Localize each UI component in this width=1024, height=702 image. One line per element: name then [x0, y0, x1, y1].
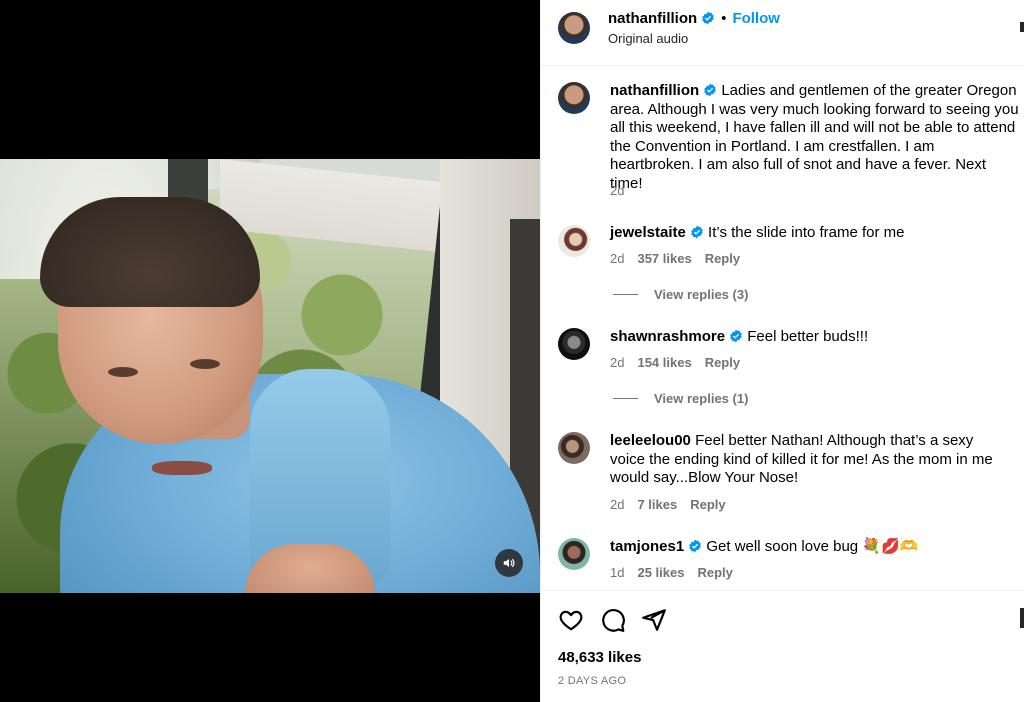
comment-username[interactable]: shawnrashmore	[610, 328, 725, 345]
comment-meta: 2d 357 likes Reply	[610, 251, 753, 266]
follow-button[interactable]: Follow	[732, 10, 780, 27]
edge-mark	[1020, 22, 1024, 32]
reply-button[interactable]: Reply	[697, 565, 732, 580]
author-avatar[interactable]	[558, 12, 590, 44]
comment-body: It’s the slide into frame for me	[708, 224, 905, 241]
comment-avatar[interactable]	[558, 328, 590, 360]
comment-text: tamjones1 Get well soon love bug 💐💋🫶	[610, 538, 1022, 557]
reply-button[interactable]: Reply	[705, 251, 740, 266]
likes-count[interactable]: 48,633 likes	[558, 649, 641, 666]
comment-icon[interactable]	[600, 607, 626, 633]
video-hair	[40, 197, 260, 307]
comment-meta: 2d 7 likes Reply	[610, 497, 739, 512]
post-actions: 48,633 likes 2 DAYS AGO	[541, 590, 1024, 702]
comment-age[interactable]: 2d	[610, 355, 624, 370]
volume-icon	[503, 558, 515, 568]
caption-avatar[interactable]	[558, 82, 590, 114]
author-username[interactable]: nathanfillion	[608, 10, 697, 27]
reply-button[interactable]: Reply	[690, 497, 725, 512]
comment-username[interactable]: tamjones1	[610, 538, 684, 555]
separator-dot: •	[721, 10, 727, 27]
view-replies-label: View replies (1)	[654, 391, 749, 406]
post-timestamp[interactable]: 2 DAYS AGO	[558, 675, 626, 687]
comment-likes[interactable]: 357 likes	[637, 251, 691, 266]
replies-line	[613, 398, 638, 399]
comment-age[interactable]: 2d	[610, 251, 624, 266]
comment-age[interactable]: 1d	[610, 565, 624, 580]
post-header: nathanfillion • Follow Original audio	[541, 0, 1024, 66]
comment-avatar[interactable]	[558, 225, 590, 257]
verified-icon	[691, 225, 703, 239]
replies-line	[613, 294, 638, 295]
caption-username[interactable]: nathanfillion	[610, 82, 699, 99]
verified-icon	[702, 11, 715, 25]
share-icon[interactable]	[641, 607, 667, 633]
comment-username[interactable]: leeleelou00	[610, 432, 691, 449]
heart-icon[interactable]	[558, 607, 584, 633]
comment-likes[interactable]: 154 likes	[637, 355, 691, 370]
caption-meta: 2d	[610, 183, 637, 198]
comment-avatar[interactable]	[558, 432, 590, 464]
view-replies-button[interactable]: View replies (3)	[613, 287, 748, 302]
video-mouth	[152, 461, 212, 475]
comment-meta: 1d 25 likes Reply	[610, 565, 746, 580]
comment-text: leeleelou00 Feel better Nathan! Although…	[610, 432, 1010, 488]
view-replies-label: View replies (3)	[654, 287, 749, 302]
edge-mark	[1020, 608, 1024, 628]
comment-text: shawnrashmore Feel better buds!!!	[610, 328, 1022, 347]
comment-age[interactable]: 2d	[610, 497, 624, 512]
video-panel	[0, 0, 540, 702]
verified-icon	[689, 539, 702, 553]
comment-body: Feel better buds!!!	[747, 328, 869, 345]
comment-body: Get well soon love bug 💐💋🫶	[706, 538, 919, 555]
video-eye-right	[190, 359, 220, 369]
verified-icon	[730, 329, 742, 343]
caption-text: nathanfillion Ladies and gentlemen of th…	[610, 82, 1022, 194]
comment-username[interactable]: jewelstaite	[610, 224, 686, 241]
caption-age[interactable]: 2d	[610, 183, 624, 198]
audio-label[interactable]: Original audio	[608, 31, 688, 46]
comment-meta: 2d 154 likes Reply	[610, 355, 753, 370]
video-player[interactable]	[0, 159, 540, 593]
mute-button[interactable]	[495, 549, 523, 577]
comment-text: jewelstaite It’s the slide into frame fo…	[610, 224, 1022, 243]
post-panel: nathanfillion • Follow Original audio nath…	[540, 0, 1024, 702]
comment-avatar[interactable]	[558, 538, 590, 570]
view-replies-button[interactable]: View replies (1)	[613, 391, 748, 406]
author-line: nathanfillion • Follow	[608, 10, 780, 28]
comment-likes[interactable]: 7 likes	[637, 497, 677, 512]
reply-button[interactable]: Reply	[705, 355, 740, 370]
verified-icon	[704, 83, 717, 97]
comment-likes[interactable]: 25 likes	[637, 565, 684, 580]
video-eye-left	[108, 367, 138, 377]
